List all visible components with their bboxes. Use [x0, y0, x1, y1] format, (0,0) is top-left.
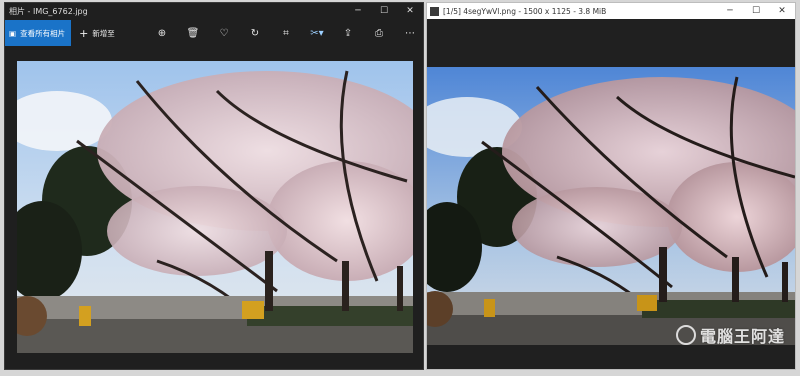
app-icon — [430, 6, 439, 16]
favorite-icon[interactable]: ♡ — [215, 28, 233, 39]
minimize-button[interactable]: ─ — [345, 3, 371, 19]
view-all-label: 查看所有相片 — [20, 28, 66, 38]
share-icon[interactable]: ⇪ — [339, 28, 357, 39]
cherry-blossom-photo — [427, 67, 795, 345]
maximize-button[interactable]: ☐ — [371, 3, 397, 19]
delete-icon[interactable]: 🗑 — [184, 28, 202, 39]
minimize-button[interactable]: ─ — [717, 3, 743, 19]
edit-icon[interactable]: ✂▾ — [308, 28, 326, 39]
window-title: [1/5] 4segYwVl.png - 1500 x 1125 - 3.8 M… — [443, 6, 607, 16]
photos-icon: ▣ — [9, 28, 17, 38]
print-icon[interactable]: ⎙ — [370, 28, 388, 39]
cherry-blossom-photo — [17, 61, 413, 353]
photo-toolbar: ▣ 查看所有相片 + 新增至 ⊕ 🗑 ♡ ↻ ⌗ ✂▾ ⇪ ⎙ ⋯ — [5, 20, 423, 46]
watermark-text: 電腦王阿達 — [699, 327, 785, 346]
add-to-label: 新增至 — [92, 28, 115, 38]
title-bar: [1/5] 4segYwVl.png - 1500 x 1125 - 3.8 M… — [427, 3, 795, 19]
view-all-photos-button[interactable]: ▣ 查看所有相片 — [5, 20, 72, 46]
more-icon[interactable]: ⋯ — [401, 28, 419, 39]
watermark: 電腦王阿達 — [675, 323, 785, 347]
maximize-button[interactable]: ☐ — [743, 3, 769, 19]
rotate-icon[interactable]: ↻ — [246, 28, 264, 39]
image-viewer-window: [1/5] 4segYwVl.png - 1500 x 1125 - 3.8 M… — [426, 2, 796, 370]
zoom-in-icon[interactable]: ⊕ — [153, 28, 171, 39]
add-to-button[interactable]: + 新增至 — [79, 27, 115, 40]
watermark-logo-icon — [675, 325, 696, 345]
crop-icon[interactable]: ⌗ — [277, 28, 295, 39]
close-button[interactable]: ✕ — [397, 3, 423, 19]
photos-app-window: 相片 - IMG_6762.jpg ─ ☐ ✕ ▣ 查看所有相片 + 新增至 ⊕… — [4, 2, 424, 370]
title-bar: 相片 - IMG_6762.jpg ─ ☐ ✕ — [5, 3, 423, 19]
window-title: 相片 - IMG_6762.jpg — [9, 6, 88, 16]
plus-icon: + — [79, 26, 89, 40]
close-button[interactable]: ✕ — [769, 3, 795, 19]
